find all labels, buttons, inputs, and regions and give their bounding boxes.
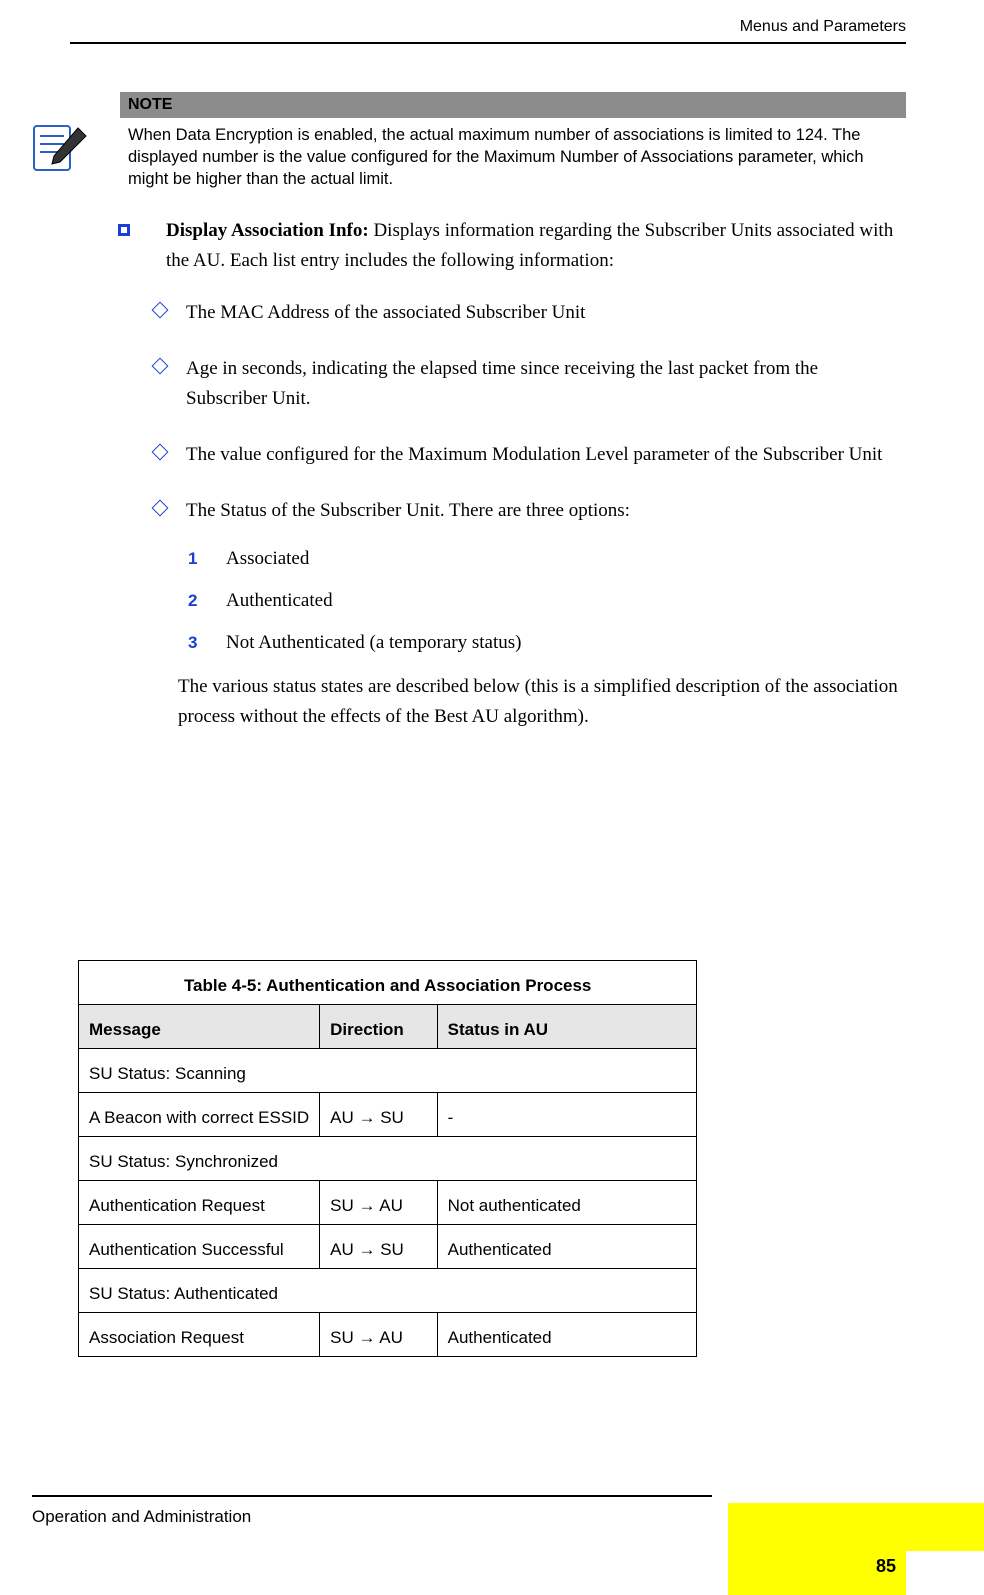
table-row: Association Request SU → AU Authenticate…: [79, 1313, 697, 1357]
table-row: SU Status: Scanning: [79, 1049, 697, 1093]
sub-item: The value configured for the Maximum Mod…: [158, 440, 902, 470]
table-row: A Beacon with correct ESSID AU → SU -: [79, 1093, 697, 1137]
sub-item-text: The MAC Address of the associated Subscr…: [186, 302, 585, 323]
table-cell: SU → AU: [320, 1181, 437, 1225]
sub-list: The MAC Address of the associated Subscr…: [158, 298, 902, 732]
table-cell: AU → SU: [320, 1093, 437, 1137]
numbered-item: 1 Associated: [188, 544, 902, 574]
numbered-item-text: Not Authenticated (a temporary status): [226, 632, 521, 653]
table-caption-row: Table 4-5: Authentication and Associatio…: [79, 961, 697, 1005]
diamond-icon: [152, 302, 169, 319]
note-label-bar: NOTE: [120, 92, 906, 118]
table-span-cell: SU Status: Synchronized: [79, 1137, 697, 1181]
col-header-status: Status in AU: [437, 1005, 697, 1049]
numbered-list: 1 Associated 2 Authenticated 3 Not Authe…: [188, 544, 902, 658]
followup-paragraph: The various status states are described …: [178, 672, 902, 732]
sub-item: Age in seconds, indicating the elapsed t…: [158, 354, 902, 414]
note-body-text: When Data Encryption is enabled, the act…: [128, 124, 902, 190]
col-header-direction: Direction: [320, 1005, 437, 1049]
table-cell: SU → AU: [320, 1313, 437, 1357]
note-icon: [30, 120, 90, 180]
body-content: Display Association Info: Displays infor…: [138, 216, 902, 732]
table-cell: -: [437, 1093, 697, 1137]
footer-rule: [32, 1495, 712, 1497]
table-header-row: Message Direction Status in AU: [79, 1005, 697, 1049]
table-span-cell: SU Status: Authenticated: [79, 1269, 697, 1313]
number-marker: 3: [188, 628, 197, 658]
table-cell: Authenticated: [437, 1313, 697, 1357]
process-table: Table 4-5: Authentication and Associatio…: [78, 960, 697, 1357]
table-row: SU Status: Authenticated: [79, 1269, 697, 1313]
main-item-title: Display Association Info:: [166, 220, 369, 241]
sub-item: The MAC Address of the associated Subscr…: [158, 298, 902, 328]
sub-item: The Status of the Subscriber Unit. There…: [158, 496, 902, 526]
table-cell: A Beacon with correct ESSID: [79, 1093, 320, 1137]
table-row: Authentication Successful AU → SU Authen…: [79, 1225, 697, 1269]
header-section-title: Menus and Parameters: [740, 18, 906, 36]
table-row: Authentication Request SU → AU Not authe…: [79, 1181, 697, 1225]
page-number: 85: [876, 1556, 896, 1577]
square-bullet-icon: [118, 224, 130, 236]
numbered-item-text: Associated: [226, 548, 309, 569]
numbered-item-text: Authenticated: [226, 590, 333, 611]
header-rule: [70, 42, 906, 44]
table-cell: AU → SU: [320, 1225, 437, 1269]
table-cell: Authentication Request: [79, 1181, 320, 1225]
sub-item-text: The Status of the Subscriber Unit. There…: [186, 500, 630, 521]
diamond-icon: [152, 358, 169, 375]
number-marker: 1: [188, 544, 197, 574]
table-cell: Association Request: [79, 1313, 320, 1357]
table-span-cell: SU Status: Scanning: [79, 1049, 697, 1093]
main-bullet-item: Display Association Info: Displays infor…: [138, 216, 902, 276]
footer-white-notch: [906, 1551, 984, 1595]
diamond-icon: [152, 500, 169, 517]
table-cell: Authentication Successful: [79, 1225, 320, 1269]
table-caption: Table 4-5: Authentication and Associatio…: [79, 961, 697, 1005]
numbered-item: 3 Not Authenticated (a temporary status): [188, 628, 902, 658]
sub-item-text: Age in seconds, indicating the elapsed t…: [186, 358, 818, 409]
table-cell: Not authenticated: [437, 1181, 697, 1225]
footer-text: Operation and Administration: [32, 1507, 251, 1527]
sub-item-text: The value configured for the Maximum Mod…: [186, 444, 882, 465]
table-cell: Authenticated: [437, 1225, 697, 1269]
number-marker: 2: [188, 586, 197, 616]
diamond-icon: [152, 444, 169, 461]
numbered-item: 2 Authenticated: [188, 586, 902, 616]
table-row: SU Status: Synchronized: [79, 1137, 697, 1181]
col-header-message: Message: [79, 1005, 320, 1049]
